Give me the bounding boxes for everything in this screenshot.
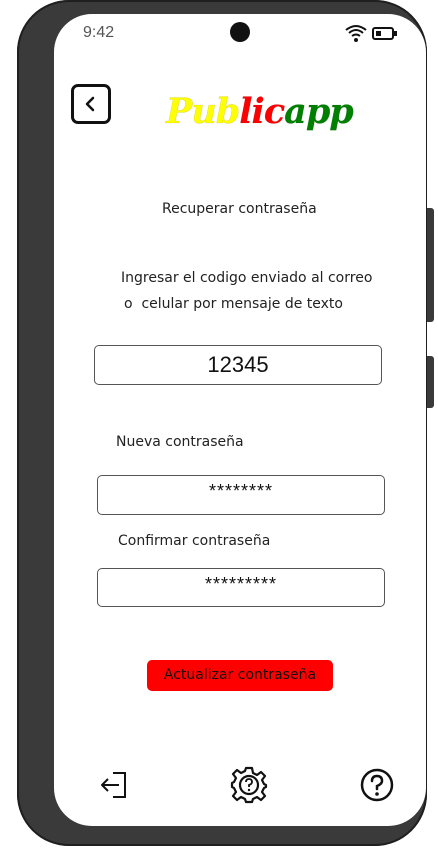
logo-part-pub: Pub [166,91,241,132]
publicapp-logo: Publicapp [166,91,354,132]
confirm-password-label: Confirmar contraseña [118,533,271,549]
status-time: 9:42 [83,24,115,41]
confirm-password-input[interactable]: ********* [97,568,385,607]
phone-frame: 9:42 Publicapp Recuperar contraseña Ingr… [17,0,427,846]
page-title: Recuperar contraseña [162,201,317,217]
verification-code-input[interactable]: 12345 [94,345,382,385]
back-button[interactable] [71,84,111,124]
front-camera [230,22,250,42]
side-button-volume [427,356,434,408]
update-password-button[interactable]: Actualizar contraseña [147,660,333,691]
side-button-power [427,208,434,322]
logo-part-app: app [284,91,354,132]
phone-screen: 9:42 Publicapp Recuperar contraseña Ingr… [54,14,426,826]
settings-help-icon[interactable] [230,766,268,804]
new-password-input[interactable]: ******** [97,475,385,515]
chevron-left-icon [85,96,95,112]
new-password-label: Nueva contraseña [116,434,244,450]
wifi-icon [345,25,367,42]
logo-part-lic: lic [239,91,285,132]
logout-icon[interactable] [99,770,129,800]
help-icon[interactable] [360,768,394,802]
instruction-line-1: Ingresar el codigo enviado al correo [121,270,373,286]
instruction-line-2: o celular por mensaje de texto [124,296,343,312]
battery-icon [372,27,397,40]
